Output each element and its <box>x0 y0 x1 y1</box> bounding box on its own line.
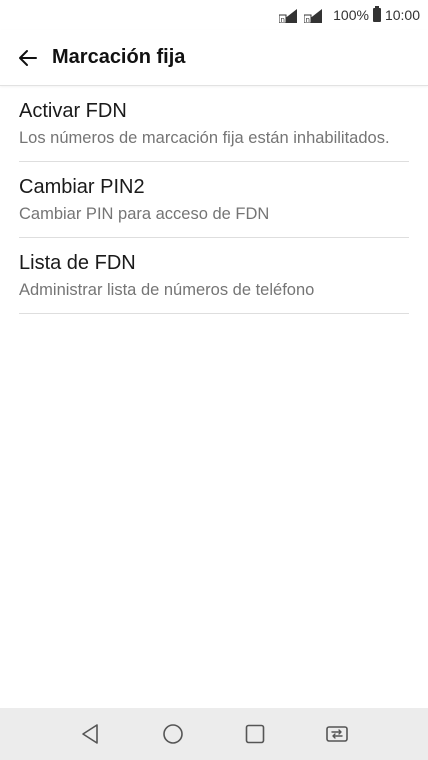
page-title: Marcación fija <box>52 46 186 68</box>
back-arrow-icon <box>19 49 37 66</box>
navigation-bar <box>0 708 428 760</box>
status-time: 10:00 <box>384 7 420 23</box>
back-button[interactable] <box>4 34 52 82</box>
item-summary: Administrar lista de números de teléfono <box>19 281 315 299</box>
list-item-lista-fdn[interactable]: Lista de FDN Administrar lista de número… <box>19 238 409 314</box>
list-item-cambiar-pin2[interactable]: Cambiar PIN2 Cambiar PIN para acceso de … <box>19 162 409 238</box>
app-header: Marcación fija <box>0 30 428 86</box>
battery-icon <box>372 6 381 22</box>
nav-back-button[interactable] <box>50 708 132 760</box>
item-title: Lista de FDN <box>19 252 136 274</box>
battery-percent: 100% <box>333 7 369 23</box>
sim2-signal-icon: n <box>304 7 326 23</box>
svg-text:n: n <box>306 16 310 23</box>
recents-square-icon <box>245 724 265 744</box>
item-title: Activar FDN <box>19 100 127 122</box>
sim1-signal-icon: n <box>279 7 301 23</box>
item-summary: Los números de marcación fija están inha… <box>19 129 390 147</box>
nav-dual-window-button[interactable] <box>296 708 378 760</box>
settings-list: Activar FDN Los números de marcación fij… <box>0 86 428 314</box>
back-triangle-icon <box>82 724 98 744</box>
home-circle-icon <box>163 724 183 744</box>
dual-window-icon <box>326 726 348 742</box>
svg-text:n: n <box>281 16 285 23</box>
nav-home-button[interactable] <box>132 708 214 760</box>
nav-recents-button[interactable] <box>214 708 296 760</box>
item-title: Cambiar PIN2 <box>19 176 145 198</box>
item-summary: Cambiar PIN para acceso de FDN <box>19 205 270 223</box>
fdn-settings-screen: n n 100% 10:00 Marcación fija Activar FD… <box>0 0 428 760</box>
list-item-activar-fdn[interactable]: Activar FDN Los números de marcación fij… <box>19 86 409 162</box>
status-bar: n n 100% 10:00 <box>0 0 428 30</box>
